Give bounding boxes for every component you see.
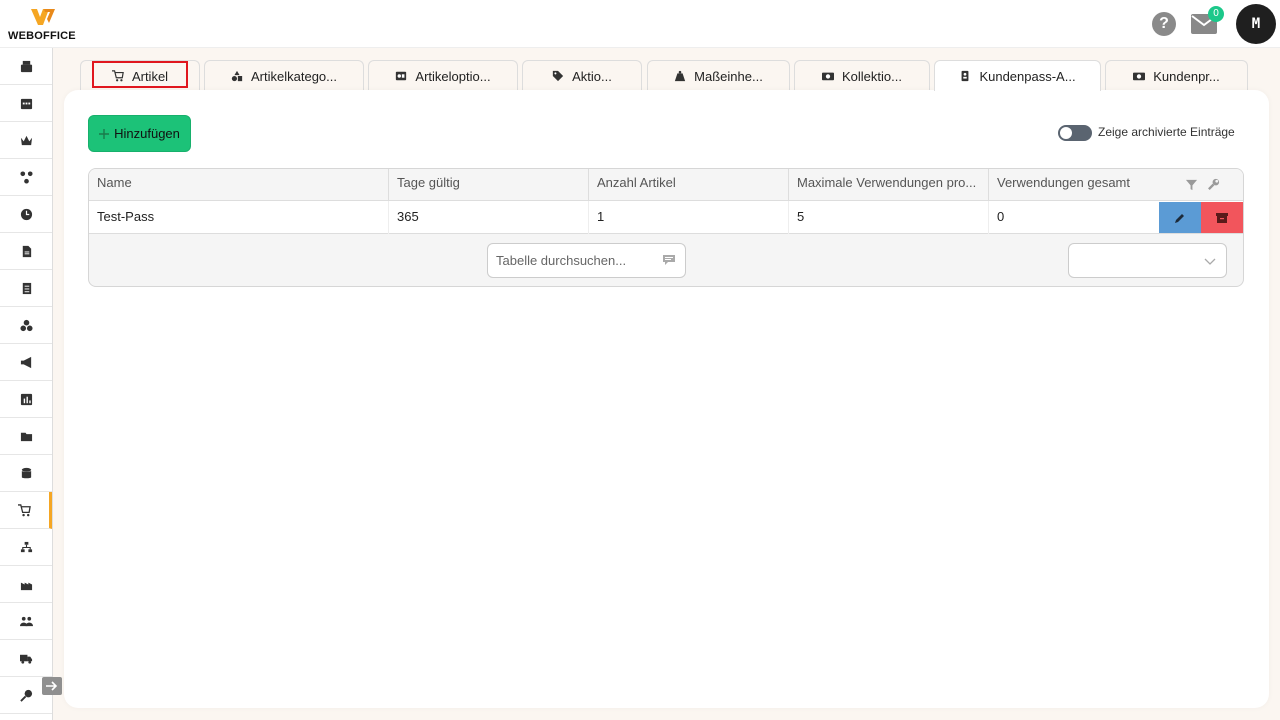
megaphone-icon: [20, 356, 31, 368]
boxes-icon: [19, 319, 33, 331]
show-archived-label: Zeige archivierte Einträge: [1098, 125, 1235, 139]
arrow-right-icon: [46, 681, 58, 691]
wrench-icon[interactable]: [1207, 178, 1220, 191]
edit-button[interactable]: [1159, 202, 1201, 233]
sidebar-collapse-button[interactable]: [42, 677, 62, 695]
network-icon: [19, 170, 33, 184]
sidebar-item-database[interactable]: [0, 455, 52, 492]
sidebar-item-boxes[interactable]: [0, 307, 52, 344]
factory-icon: [20, 582, 32, 590]
list-document-icon: [22, 282, 31, 294]
logo-mark-icon: [31, 9, 55, 25]
search-placeholder: Tabelle durchsuchen...: [496, 253, 627, 268]
filter-icon[interactable]: [1185, 178, 1198, 191]
sidebar-item-clock[interactable]: [0, 196, 52, 233]
tab-label: Kundenpr...: [1153, 68, 1220, 84]
sidebar-item-crown[interactable]: [0, 122, 52, 159]
document-icon: [22, 245, 31, 257]
column-header-name[interactable]: Name: [89, 169, 389, 201]
tab-label: Artikelkatego...: [251, 68, 337, 84]
tab-label: Kollektio...: [842, 68, 902, 84]
money-icon: [1133, 72, 1146, 81]
cell-name: Test-Pass: [89, 201, 389, 234]
sidebar-item-document[interactable]: [0, 233, 52, 270]
weboffice-logo[interactable]: WEBOFFICE: [8, 4, 82, 44]
sidebar-item-list-document[interactable]: [0, 270, 52, 307]
tab-label: Maßeinhe...: [694, 68, 763, 84]
sidebar-item-truck[interactable]: [0, 640, 52, 677]
calendar-icon: [20, 98, 32, 109]
column-header-article-count[interactable]: Anzahl Artikel: [589, 169, 789, 201]
truck-icon: [19, 654, 32, 664]
tab-kundenpreise[interactable]: Kundenpr...: [1105, 60, 1248, 91]
id-card-icon: [962, 70, 969, 82]
cart-icon: [111, 70, 124, 82]
bar-chart-icon: [20, 393, 32, 405]
table-header: Name Tage gültig Anzahl Artikel Maximale…: [89, 169, 1243, 201]
archive-icon: [1216, 212, 1228, 223]
sidebar-item-megaphone[interactable]: [0, 344, 52, 381]
crown-icon: [20, 135, 32, 145]
tab-label: Artikeloptio...: [415, 68, 491, 84]
tab-artikeloptionen[interactable]: Artikeloptio...: [368, 60, 518, 91]
key-icon: [19, 689, 32, 702]
user-avatar[interactable]: M: [1236, 4, 1276, 44]
pencil-icon: [1175, 213, 1184, 223]
top-bar: WEBOFFICE ? 0 M: [0, 0, 1280, 48]
page-size-select[interactable]: [1068, 243, 1227, 278]
mail-count-badge: 0: [1208, 6, 1224, 22]
tab-artikelkategorien[interactable]: Artikelkatego...: [204, 60, 364, 91]
sidebar-item-factory[interactable]: [0, 566, 52, 603]
cash-register-icon: [20, 60, 32, 72]
sidebar-item-network[interactable]: [0, 159, 52, 196]
column-header-days-valid[interactable]: Tage gültig: [389, 169, 589, 201]
sidebar-item-articles[interactable]: [0, 492, 52, 529]
cell-total-uses: 0: [997, 209, 1005, 224]
cell-article-count: 1: [589, 201, 789, 234]
sidebar: [0, 48, 53, 720]
table-search-input[interactable]: Tabelle durchsuchen...: [487, 243, 686, 278]
add-button[interactable]: Hinzufügen: [88, 115, 191, 152]
brand-name: WEBOFFICE: [8, 30, 76, 42]
tag-icon: [552, 70, 564, 82]
tab-label: Kundenpass-A...: [979, 68, 1076, 84]
cart-icon: [18, 503, 31, 516]
tab-label: Artikel: [131, 68, 169, 84]
column-header-max-uses[interactable]: Maximale Verwendungen pro...: [789, 169, 989, 201]
help-button[interactable]: ?: [1152, 12, 1176, 36]
sidebar-item-reports[interactable]: [0, 381, 52, 418]
sidebar-item-folder[interactable]: [0, 418, 52, 455]
tab-masseinheiten[interactable]: Maßeinhe...: [647, 60, 790, 91]
database-icon: [21, 467, 31, 478]
column-header-total-uses[interactable]: Verwendungen gesamt: [989, 169, 1179, 201]
options-icon: [396, 71, 407, 81]
tab-aktionen[interactable]: Aktio...: [522, 60, 642, 91]
cell-days-valid: 365: [389, 201, 589, 234]
sidebar-item-users[interactable]: [0, 603, 52, 640]
tab-artikel[interactable]: Artikel: [80, 60, 200, 91]
tab-label: Aktio...: [572, 68, 612, 84]
show-archived-toggle[interactable]: [1058, 125, 1092, 141]
weight-icon: [675, 70, 686, 82]
chevron-down-icon: [1204, 258, 1216, 265]
comment-icon: [663, 255, 675, 265]
sidebar-item-calendar[interactable]: [0, 85, 52, 122]
folder-icon: [20, 432, 32, 441]
cell-max-uses: 5: [789, 201, 989, 234]
sidebar-item-cash-register[interactable]: [0, 48, 52, 85]
tab-kundenpass-arten[interactable]: Kundenpass-A...: [934, 60, 1101, 91]
add-button-label: Hinzufügen: [114, 126, 180, 141]
toggle-knob: [1060, 127, 1072, 139]
data-table: Name Tage gültig Anzahl Artikel Maximale…: [88, 168, 1244, 287]
archive-button[interactable]: [1201, 202, 1243, 233]
hierarchy-icon: [20, 541, 32, 552]
table-row[interactable]: Test-Pass 365 1 5 0: [89, 201, 1243, 234]
users-icon: [19, 616, 33, 626]
plus-icon: [99, 128, 110, 139]
collection-icon: [822, 72, 834, 81]
tab-kollektionen[interactable]: Kollektio...: [794, 60, 930, 91]
clock-icon: [20, 208, 32, 220]
shapes-icon: [231, 70, 243, 82]
sidebar-item-hierarchy[interactable]: [0, 529, 52, 566]
